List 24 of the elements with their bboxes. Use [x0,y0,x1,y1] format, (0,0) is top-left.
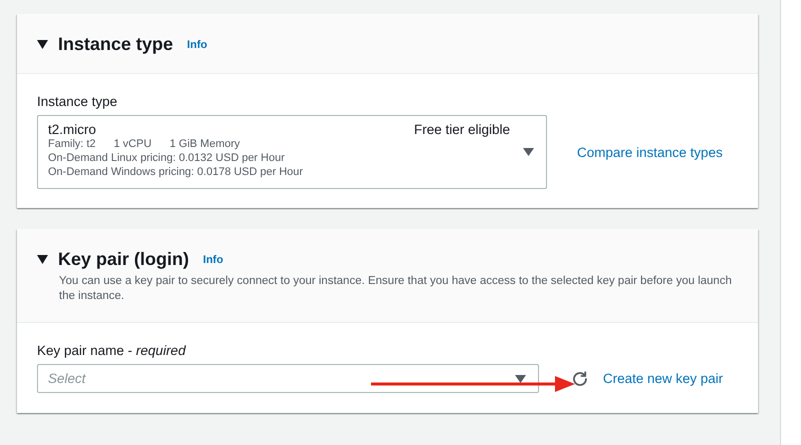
pricing-text: On-Demand Windows pricing: 0.0178 USD per Hour [48,165,303,179]
select-placeholder: Select [48,371,86,386]
section-title: Instance type [58,34,174,55]
field-label: Key pair name - required [37,343,187,358]
section-description: You can use a key pair to securely connect to your instance. Ensure that you have access to the selected key pair before you launch the instance. [59,274,733,304]
dropdown-icon [515,374,526,382]
instance-type-select[interactable]: t2.micro Free tier eligible Family: t2 1 vCPU 1 GiB Memory On-Demand Linux pricing: 0.0132 USD per Hour On-Demand Windows pricing: 0.0178 USD per Hour [37,115,547,189]
info-link[interactable]: Info [187,38,208,50]
instance-spec: 1 GiB Memory [170,137,240,151]
instance-name: t2.micro [48,122,96,137]
compare-link[interactable]: Compare instance types [577,144,723,160]
info-link[interactable]: Info [203,254,224,266]
section-title: Key pair (login) [58,249,190,270]
dropdown-icon [523,148,534,156]
instance-spec: 1 vCPU [114,137,152,151]
key-pair-select[interactable]: Select [37,364,539,393]
refresh-icon[interactable] [571,370,589,388]
free-tier-label: Free tier eligible [414,122,510,137]
field-label: Instance type [37,94,118,109]
caret-icon[interactable] [37,255,48,264]
create-key-pair-link[interactable]: Create new key pair [603,371,724,386]
instance-spec: Family: t2 [48,137,96,151]
pricing-text: On-Demand Linux pricing: 0.0132 USD per Hour [48,151,285,165]
caret-icon[interactable] [37,40,48,49]
